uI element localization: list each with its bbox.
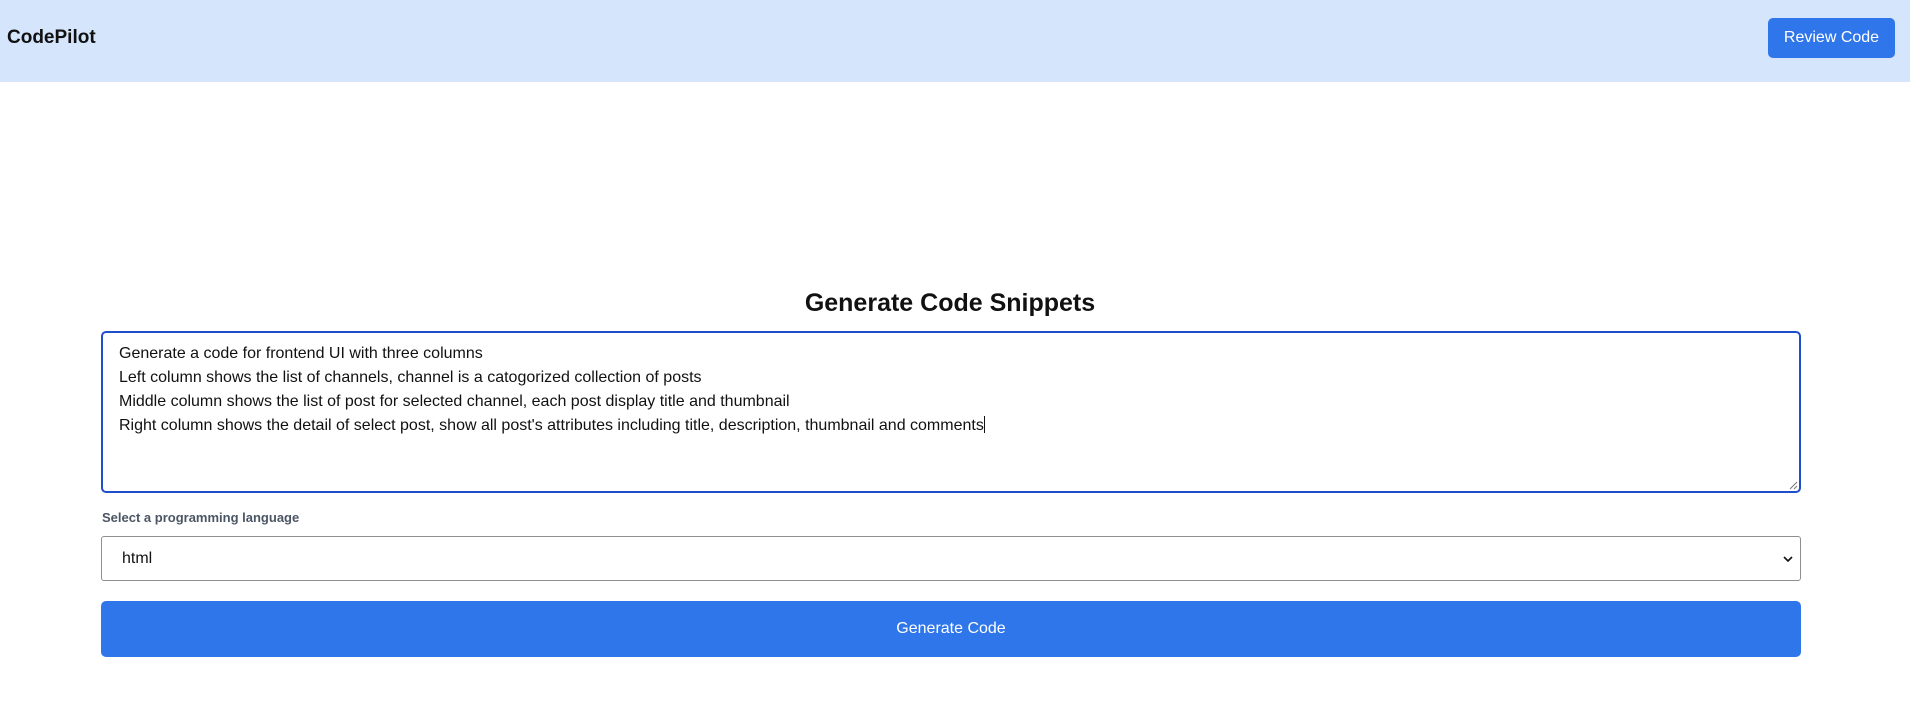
language-select-label: Select a programming language — [102, 510, 300, 525]
top-bar: CodePilot Review Code — [0, 0, 1910, 82]
language-select[interactable]: html — [101, 536, 1801, 581]
prompt-textarea[interactable]: Generate a code for frontend UI with thr… — [101, 331, 1801, 493]
review-code-button[interactable]: Review Code — [1768, 18, 1895, 58]
page-title: Generate Code Snippets — [804, 289, 1096, 317]
resize-grip-icon[interactable] — [1789, 481, 1798, 490]
brand-logo-text: CodePilot — [7, 27, 96, 48]
prompt-line: Left column shows the list of channels, … — [119, 369, 702, 386]
prompt-line-text: Right column shows the detail of select … — [119, 417, 984, 434]
prompt-line: Generate a code for frontend UI with thr… — [119, 345, 483, 362]
text-caret — [983, 416, 985, 433]
prompt-line: Middle column shows the list of post for… — [119, 393, 790, 410]
prompt-line-last: Right column shows the detail of select … — [119, 414, 1783, 438]
language-selected-value: html — [122, 550, 153, 567]
generate-code-button[interactable]: Generate Code — [101, 601, 1801, 657]
chevron-down-icon — [1783, 556, 1793, 563]
